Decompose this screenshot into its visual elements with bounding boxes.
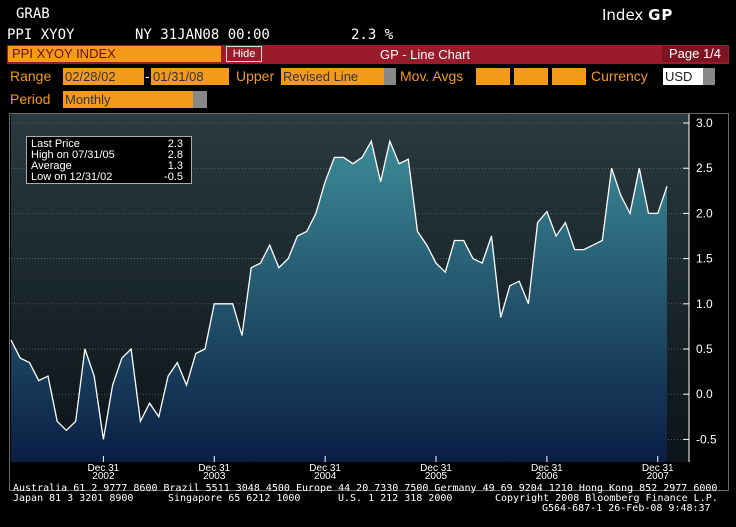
stats-box: Last Price 2.3 High on 07/31/05 2.8 Average 1… — [26, 136, 192, 184]
line-chart: 3.02.52.01.51.00.50.0-0.5 Dec 312002Dec … — [10, 114, 717, 482]
footer-timestamp: G564-687-1 26-Feb-08 9:48:37 — [542, 503, 711, 514]
y-tick-label: -0.5 — [696, 432, 717, 446]
x-tick-label-bottom: 2002 — [92, 471, 115, 482]
y-tick-label: 1.5 — [696, 252, 713, 266]
stats-row: Low on 12/31/02 -0.5 — [31, 172, 187, 183]
footer-singapore: Singapore 65 6212 1000 — [168, 493, 301, 504]
x-tick-label-bottom: 2005 — [425, 471, 448, 482]
footer-us: U.S. 1 212 318 2000 — [338, 493, 453, 504]
y-tick-label: 1.0 — [696, 297, 713, 311]
y-tick-label: 3.0 — [696, 116, 713, 130]
y-tick-label: 2.0 — [696, 206, 713, 220]
stats-label: Low on 12/31/02 — [31, 171, 113, 183]
stats-value: -0.5 — [164, 171, 183, 183]
x-tick-label-bottom: 2003 — [203, 471, 226, 482]
footer-japan: Japan 81 3 3201 8900 — [13, 493, 134, 504]
x-tick-label-bottom: 2004 — [314, 471, 337, 482]
x-tick-label-bottom: 2007 — [647, 471, 670, 482]
y-tick-label: 0.0 — [696, 387, 713, 401]
x-tick-label-bottom: 2006 — [536, 471, 559, 482]
y-tick-label: 0.5 — [696, 342, 713, 356]
y-tick-label: 2.5 — [696, 161, 713, 175]
